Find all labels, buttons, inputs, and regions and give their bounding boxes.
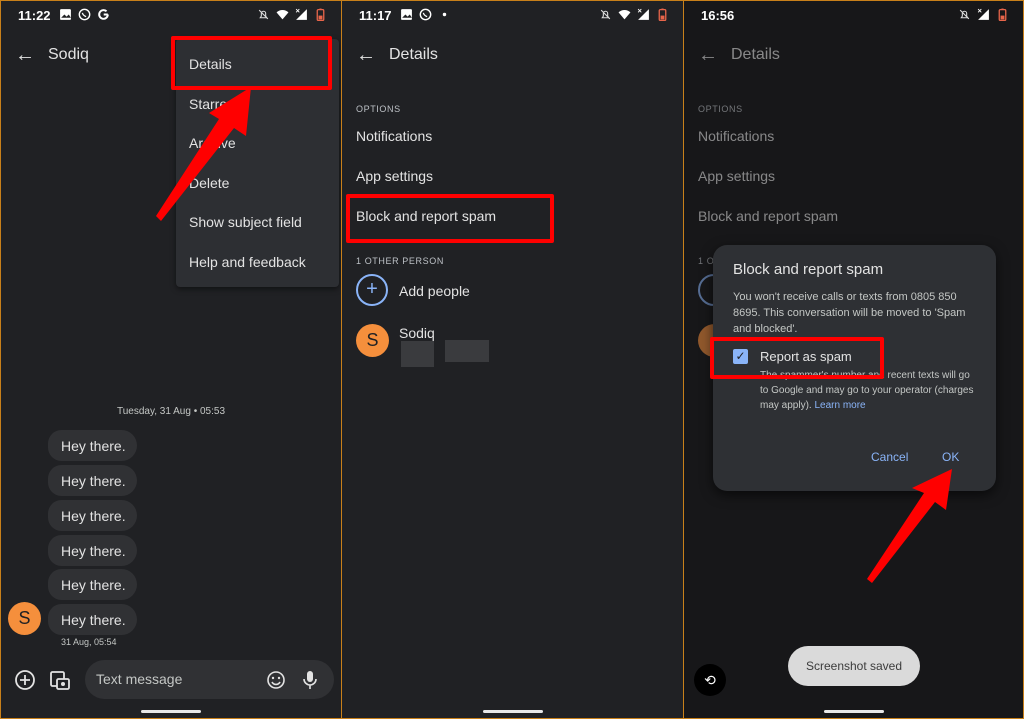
- redacted-phone-number: [401, 341, 434, 367]
- signal-icon: [977, 8, 989, 20]
- date-header: Tuesday, 31 Aug • 05:53: [116, 406, 226, 417]
- menu-item-show-subject-field[interactable]: Show subject field: [189, 214, 302, 230]
- contact-avatar[interactable]: S: [356, 324, 389, 357]
- status-bar: 11:17: [342, 1, 683, 31]
- option-notifications[interactable]: Notifications: [356, 128, 432, 144]
- gesture-bar[interactable]: [141, 710, 201, 713]
- dialog-message: You won't receive calls or texts from 08…: [733, 291, 966, 335]
- panel-block-dialog: 16:56 ← Details OPTIONS Notifications Ap…: [683, 0, 1024, 719]
- wifi-icon: [618, 9, 631, 20]
- screenshot-saved-toast: Screenshot saved: [788, 646, 920, 686]
- cancel-button[interactable]: Cancel: [871, 450, 908, 464]
- page-title: Details: [389, 46, 438, 63]
- gesture-bar[interactable]: [482, 710, 543, 713]
- signal-icon: [295, 8, 307, 20]
- battery-low-icon: [998, 8, 1007, 21]
- gallery-icon[interactable]: [49, 669, 71, 691]
- whatsapp-icon: [419, 8, 432, 21]
- google-icon: [98, 9, 109, 20]
- options-section-label: OPTIONS: [698, 104, 743, 114]
- dialog-title: Block and report spam: [733, 261, 884, 278]
- message-timestamp: 31 Aug, 05:54: [61, 637, 117, 647]
- annotation-highlight-report-spam: [710, 337, 884, 379]
- message-bubble[interactable]: Hey there.: [48, 500, 137, 531]
- message-bubble[interactable]: Hey there.: [48, 430, 137, 461]
- emoji-icon[interactable]: [266, 670, 286, 690]
- option-block-and-report-spam: Block and report spam: [698, 208, 839, 224]
- text-message-field[interactable]: [85, 660, 334, 699]
- page-title: Details: [731, 46, 780, 63]
- message-bubble[interactable]: Hey there.: [48, 604, 137, 635]
- people-section-label: 1 OTHER PERSON: [356, 256, 444, 266]
- annotation-highlight-details: [171, 36, 332, 90]
- redacted-phone-number: [445, 340, 489, 362]
- menu-item-delete[interactable]: Delete: [189, 175, 229, 191]
- wifi-icon: [276, 9, 289, 20]
- add-icon[interactable]: [14, 669, 36, 691]
- text-message-input[interactable]: [96, 671, 256, 687]
- menu-item-archive[interactable]: Archive: [189, 135, 236, 151]
- ok-button[interactable]: OK: [942, 450, 959, 464]
- status-time: 11:17: [359, 8, 392, 23]
- back-button[interactable]: ←: [356, 43, 376, 67]
- learn-more-link[interactable]: Learn more: [814, 400, 865, 411]
- battery-low-icon: [658, 8, 667, 21]
- back-button[interactable]: ←: [698, 43, 718, 67]
- battery-low-icon: [316, 8, 325, 21]
- add-people-icon[interactable]: +: [356, 274, 388, 306]
- whatsapp-icon: [78, 8, 91, 21]
- back-button[interactable]: ←: [15, 43, 35, 67]
- menu-item-help-and-feedback[interactable]: Help and feedback: [189, 254, 306, 270]
- message-bubble[interactable]: Hey there.: [48, 535, 137, 566]
- status-time: 16:56: [701, 8, 735, 23]
- gesture-bar[interactable]: [823, 710, 884, 713]
- contact-name[interactable]: Sodiq: [399, 325, 435, 341]
- menu-item-starred[interactable]: Starred: [189, 96, 235, 112]
- dot-icon: [442, 12, 447, 17]
- option-app-settings[interactable]: App settings: [356, 168, 433, 184]
- notifications-off-icon: [959, 9, 970, 20]
- panel-conversation: 11:22 ← Sodiq Details Starred Archive De…: [0, 0, 342, 719]
- message-bubble[interactable]: Hey there.: [48, 569, 137, 600]
- panel-details: 11:17 ← Details OPTIONS Notifications Ap…: [341, 0, 684, 719]
- conversation-title: Sodiq: [48, 46, 89, 63]
- status-bar: 16:56: [684, 1, 1023, 31]
- message-bubble[interactable]: Hey there.: [48, 465, 137, 496]
- signal-icon: [637, 8, 649, 20]
- compose-bar: [1, 660, 341, 700]
- notifications-off-icon: [600, 9, 611, 20]
- mic-icon[interactable]: [301, 669, 319, 691]
- notifications-off-icon: [258, 9, 269, 20]
- add-people-button[interactable]: Add people: [399, 283, 470, 299]
- status-bar: 11:22: [1, 1, 341, 31]
- sender-avatar[interactable]: S: [8, 602, 41, 635]
- option-notifications: Notifications: [698, 128, 775, 144]
- status-time: 11:22: [18, 8, 51, 23]
- option-app-settings: App settings: [698, 168, 776, 184]
- image-icon: [60, 9, 71, 20]
- rotate-screen-icon[interactable]: ⟲: [694, 664, 726, 696]
- options-section-label: OPTIONS: [356, 104, 401, 114]
- annotation-highlight-block-spam: [346, 194, 554, 243]
- image-icon: [401, 9, 412, 20]
